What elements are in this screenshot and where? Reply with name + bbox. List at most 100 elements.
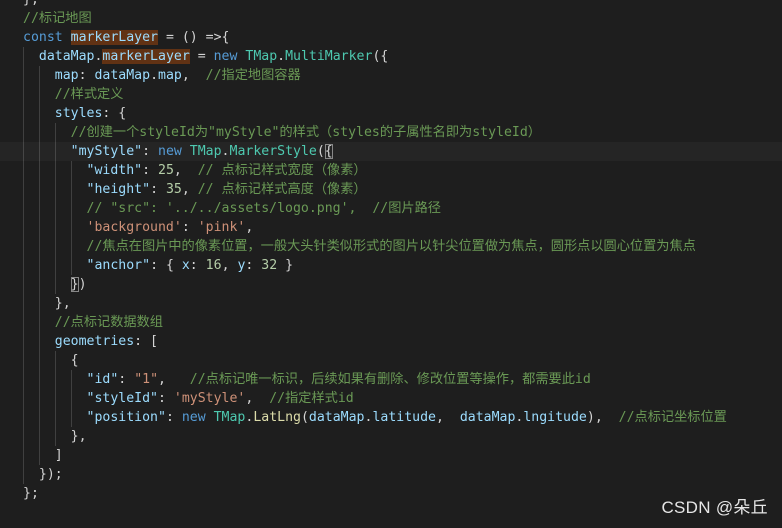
- code-line[interactable]: }): [0, 275, 782, 294]
- code-line[interactable]: //样式定义: [0, 85, 782, 104]
- code-line[interactable]: },: [0, 294, 782, 313]
- code-line[interactable]: {: [0, 351, 782, 370]
- code-token: };: [23, 486, 39, 501]
- code-token: ),: [586, 410, 619, 425]
- code-line[interactable]: "id": "1", //点标记唯一标识，后续如果有删除、修改位置等操作，都需要…: [0, 370, 782, 389]
- code-comment: //创建一个styleId为"myStyle"的样式（styles的子属性名即为…: [70, 125, 541, 140]
- code-line[interactable]: geometries: [: [0, 332, 782, 351]
- code-line[interactable]: "width": 25, // 点标记样式宽度（像素）: [0, 161, 782, 180]
- code-line[interactable]: "styleId": 'myStyle', //指定样式id: [0, 389, 782, 408]
- code-token: dataMap: [38, 49, 95, 64]
- code-line[interactable]: });: [0, 465, 782, 484]
- code-token: :: [78, 68, 95, 83]
- code-token: "styleId": [86, 391, 158, 406]
- code-line[interactable]: };: [0, 0, 782, 9]
- code-line[interactable]: styles: {: [0, 104, 782, 123]
- code-editor[interactable]: }; //标记地图 const markerLayer = () =>{ dataM…: [0, 0, 782, 528]
- code-token: },: [23, 296, 71, 311]
- code-token: },: [23, 429, 87, 444]
- code-token: = () =>{: [158, 30, 230, 45]
- code-token: 16: [205, 258, 222, 273]
- code-token: {: [23, 353, 79, 368]
- code-token: 32: [261, 258, 278, 273]
- code-token: 'background': [86, 220, 182, 235]
- code-token: :: [142, 144, 158, 159]
- code-token: "1": [134, 372, 159, 387]
- code-token: dataMap: [308, 410, 365, 425]
- code-token: .: [221, 144, 230, 159]
- code-token: geometries: [54, 334, 135, 349]
- code-line[interactable]: //焦点在图片中的像素位置，一般大头针类似形式的图片以针尖位置做为焦点，圆形点以…: [0, 237, 782, 256]
- code-comment: //点标记坐标位置: [618, 410, 727, 425]
- code-comment: //标记地图: [23, 11, 92, 26]
- code-token: }: [277, 258, 294, 273]
- code-token: ,: [245, 220, 254, 235]
- code-line[interactable]: //标记地图: [0, 9, 782, 28]
- code-line[interactable]: "height": 35, // 点标记样式高度（像素）: [0, 180, 782, 199]
- code-token: }: [70, 277, 79, 292]
- code-line[interactable]: map: dataMap.map, //指定地图容器: [0, 66, 782, 85]
- code-token: });: [23, 467, 63, 482]
- code-line[interactable]: // "src": '../../assets/logo.png', //图片路…: [0, 199, 782, 218]
- code-token: MarkerStyle: [229, 144, 317, 159]
- code-token: ]: [23, 448, 63, 463]
- code-token: new: [213, 49, 238, 64]
- code-line[interactable]: "position": new TMap.LatLng(dataMap.lati…: [0, 408, 782, 427]
- code-token: "height": [86, 182, 151, 197]
- code-comment: // 点标记样式高度（像素）: [197, 182, 367, 197]
- code-line[interactable]: //创建一个styleId为"myStyle"的样式（styles的子属性名即为…: [0, 123, 782, 142]
- code-line[interactable]: 'background': 'pink',: [0, 218, 782, 237]
- code-comment: //点标记唯一标识，后续如果有删除、修改位置等操作，都需要此id: [189, 372, 591, 387]
- code-token: :: [181, 220, 198, 235]
- code-token: lngitude: [523, 410, 587, 425]
- code-token: TMap: [245, 49, 278, 64]
- code-token: :: [245, 258, 262, 273]
- code-comment: //点标记数据数组: [54, 315, 163, 330]
- code-token: dataMap: [94, 68, 151, 83]
- code-line[interactable]: const markerLayer = () =>{: [0, 28, 782, 47]
- code-line[interactable]: ]: [0, 446, 782, 465]
- code-token: ,: [173, 163, 198, 178]
- code-token: .: [277, 49, 286, 64]
- code-token: map: [158, 68, 182, 83]
- code-token: =: [189, 49, 214, 64]
- code-line[interactable]: //点标记数据数组: [0, 313, 782, 332]
- code-token: TMap: [189, 144, 222, 159]
- code-comment: // 点标记样式宽度（像素）: [197, 163, 367, 178]
- code-line[interactable]: },: [0, 427, 782, 446]
- code-token: :: [189, 258, 206, 273]
- code-token: ,: [435, 410, 460, 425]
- code-line[interactable]: dataMap.markerLayer = new TMap.MultiMark…: [0, 47, 782, 66]
- code-token: x: [181, 258, 190, 273]
- code-token: new: [181, 410, 206, 425]
- code-line[interactable]: "anchor": { x: 16, y: 32 }: [0, 256, 782, 275]
- code-comment: // "src": '../../assets/logo.png', //图片路…: [86, 201, 441, 216]
- code-token: "width": [86, 163, 143, 178]
- code-token: :: [158, 391, 174, 406]
- code-token: (: [300, 410, 309, 425]
- code-comment: //指定地图容器: [205, 68, 301, 83]
- code-token: "myStyle": [70, 144, 143, 159]
- code-token: ({: [372, 49, 389, 64]
- code-comment: //焦点在图片中的像素位置，一般大头针类似形式的图片以针尖位置做为焦点，圆形点以…: [86, 239, 696, 254]
- code-line[interactable]: "myStyle": new TMap.MarkerStyle({: [0, 142, 782, 161]
- code-token: const: [23, 30, 63, 45]
- code-token: "id": [86, 372, 119, 387]
- code-token: .: [150, 68, 159, 83]
- code-token: dataMap: [459, 410, 516, 425]
- code-token: : {: [102, 106, 127, 121]
